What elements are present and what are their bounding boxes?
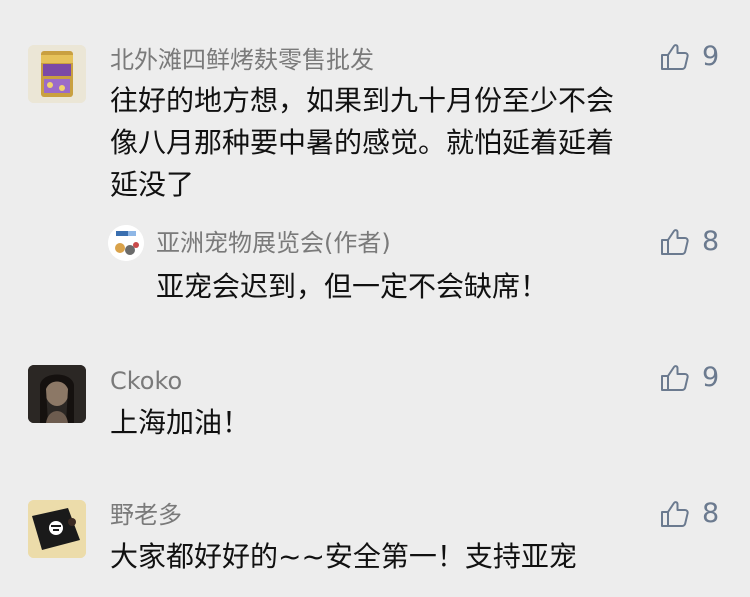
reply-avatar[interactable] [108,225,144,261]
comment-author[interactable]: 北外滩四鲜烤麸零售批发 [110,45,374,75]
comment-text-line: 延没了 [110,168,195,201]
comment-text-line: 上海加油！ [110,406,251,439]
like-count: 9 [702,362,720,393]
comment-author[interactable]: Ckoko [110,366,182,396]
avatar[interactable] [28,45,86,103]
like-button[interactable]: 9 [660,42,719,72]
comment-author[interactable]: 野老多 [110,500,182,530]
thumbs-up-icon [660,42,690,72]
avatar[interactable] [28,365,86,423]
reply-text: 亚宠会迟到，但一定不会缺席！ [156,270,549,303]
avatar[interactable] [28,500,86,558]
like-button[interactable]: 8 [660,499,719,529]
comment-text-line: 往好的地方想，如果到九十月份至少不会 [110,84,615,117]
like-count: 9 [702,41,720,72]
thumbs-up-icon [660,227,690,257]
like-count: 8 [702,498,720,529]
thumbs-up-icon [660,363,690,393]
like-count: 8 [702,226,720,257]
comment-text-line: 像八月那种要中暑的感觉。就怕延着延着 [110,126,615,159]
like-button[interactable]: 9 [660,363,719,393]
reply-like-button[interactable]: 8 [660,227,719,257]
thumbs-up-icon [660,499,690,529]
reply-author[interactable]: 亚洲宠物展览会(作者) [156,228,391,258]
comment-text-line: 大家都好好的~~安全第一！支持亚宠 [110,540,577,573]
